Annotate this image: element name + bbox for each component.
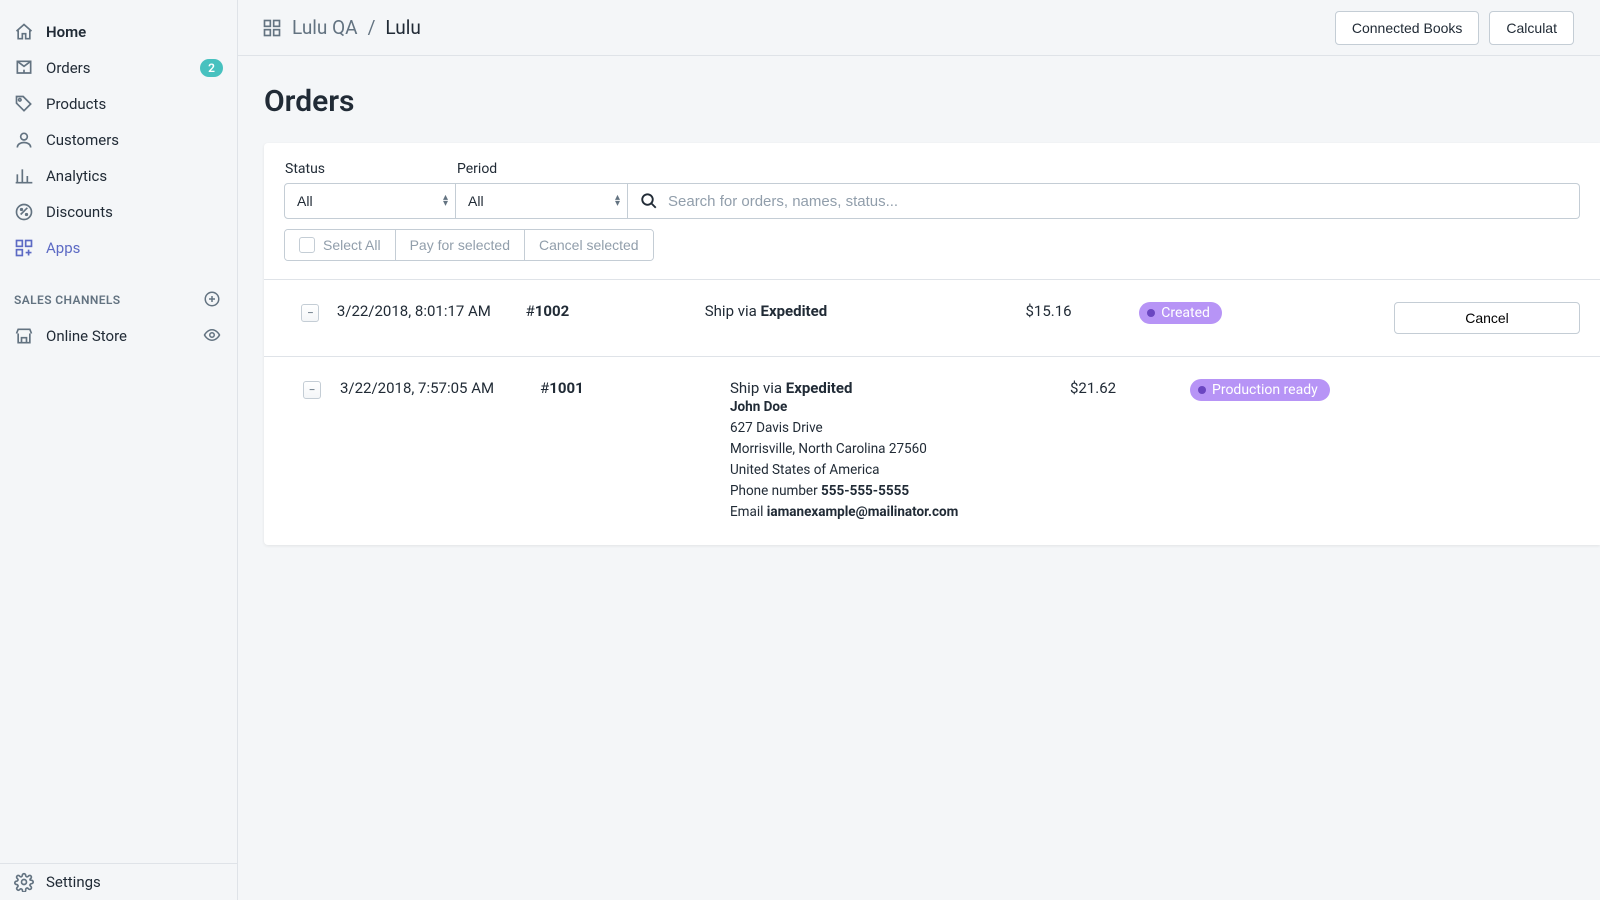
address-line: 627 Davis Drive	[730, 418, 1070, 439]
apps-icon	[14, 238, 34, 258]
cancel-order-button[interactable]: Cancel	[1394, 302, 1580, 334]
order-shipping: Ship via Expedited John Doe 627 Davis Dr…	[730, 379, 1070, 523]
connected-books-button[interactable]: Connected Books	[1335, 11, 1480, 45]
breadcrumb-parent[interactable]: Lulu QA	[292, 16, 358, 39]
order-number: #1001	[540, 379, 730, 397]
email-line: Email iamanexample@mailinator.com	[730, 502, 1070, 523]
select-all-button[interactable]: Select All	[285, 230, 396, 260]
main: Lulu QA / Lulu Connected Books Calculat …	[238, 0, 1600, 900]
period-filter[interactable]: All	[456, 183, 628, 219]
status-badge: Production ready	[1190, 379, 1330, 401]
breadcrumb: Lulu QA / Lulu	[292, 16, 421, 39]
nav-customers[interactable]: Customers	[0, 122, 237, 158]
nav-apps[interactable]: Apps	[0, 230, 237, 266]
bulk-actions: Select All Pay for selected Cancel selec…	[284, 229, 654, 261]
order-number: #1002	[526, 302, 705, 320]
discount-icon	[14, 202, 34, 222]
pay-selected-button[interactable]: Pay for selected	[396, 230, 525, 260]
nav-label: Discounts	[46, 203, 113, 221]
order-date: 3/22/2018, 7:57:05 AM	[340, 379, 540, 397]
gear-icon	[14, 872, 34, 892]
nav-products[interactable]: Products	[0, 86, 237, 122]
nav-label: Settings	[46, 873, 101, 891]
status-filter-label: Status	[284, 161, 456, 177]
tag-icon	[14, 94, 34, 114]
search-icon	[640, 192, 658, 210]
status-dot-icon	[1147, 309, 1155, 317]
nav-label: Online Store	[46, 327, 127, 345]
sales-channels-header: SALES CHANNELS	[0, 266, 237, 318]
header: Lulu QA / Lulu Connected Books Calculat	[238, 0, 1600, 56]
breadcrumb-sep: /	[368, 16, 376, 39]
order-shipping: Ship via Expedited	[705, 302, 1026, 320]
analytics-icon	[14, 166, 34, 186]
address-line: United States of America	[730, 460, 1070, 481]
nav-settings[interactable]: Settings	[0, 864, 237, 900]
nav-discounts[interactable]: Discounts	[0, 194, 237, 230]
collapse-toggle[interactable]: −	[303, 381, 321, 399]
collapse-toggle[interactable]: −	[301, 304, 319, 322]
checkbox-icon	[299, 237, 315, 253]
customer-name: John Doe	[730, 397, 1070, 418]
nav-home[interactable]: Home	[0, 14, 237, 50]
status-dot-icon	[1198, 386, 1206, 394]
breadcrumb-current: Lulu	[385, 16, 420, 39]
nav-label: Products	[46, 95, 106, 113]
cancel-selected-button[interactable]: Cancel selected	[525, 230, 653, 260]
user-icon	[14, 130, 34, 150]
nav-label: Orders	[46, 59, 91, 77]
page-title: Orders	[238, 56, 1600, 143]
orders-icon	[14, 58, 34, 78]
nav-orders[interactable]: Orders 2	[0, 50, 237, 86]
status-filter[interactable]: All	[284, 183, 456, 219]
order-date: 3/22/2018, 8:01:17 AM	[337, 302, 526, 320]
order-price: $15.16	[1026, 302, 1130, 320]
phone-line: Phone number 555-555-5555	[730, 481, 1070, 502]
nav-analytics[interactable]: Analytics	[0, 158, 237, 194]
app-icon	[262, 18, 282, 38]
store-icon	[14, 326, 34, 346]
order-row: − 3/22/2018, 7:57:05 AM #1001 Ship via E…	[264, 356, 1600, 545]
add-channel-button[interactable]	[203, 290, 223, 310]
order-row: − 3/22/2018, 8:01:17 AM #1002 Ship via E…	[264, 279, 1600, 356]
order-price: $21.62	[1070, 379, 1180, 397]
nav-label: Customers	[46, 131, 119, 149]
home-icon	[14, 22, 34, 42]
period-filter-label: Period	[456, 161, 628, 177]
address-line: Morrisville, North Carolina 27560	[730, 439, 1070, 460]
orders-card: Status All ▴▾ Period All ▴▾	[264, 143, 1600, 545]
nav-label: Home	[46, 23, 86, 41]
sales-channels-label: SALES CHANNELS	[14, 293, 121, 307]
nav-label: Analytics	[46, 167, 107, 185]
view-store-button[interactable]	[203, 326, 223, 346]
calculate-button[interactable]: Calculat	[1489, 11, 1574, 45]
sidebar: Home Orders 2 Products Customers	[0, 0, 238, 900]
status-badge: Created	[1139, 302, 1222, 324]
nav-online-store[interactable]: Online Store	[0, 318, 237, 354]
nav-label: Apps	[46, 239, 80, 257]
orders-badge: 2	[200, 59, 223, 77]
search-input[interactable]	[628, 183, 1580, 219]
